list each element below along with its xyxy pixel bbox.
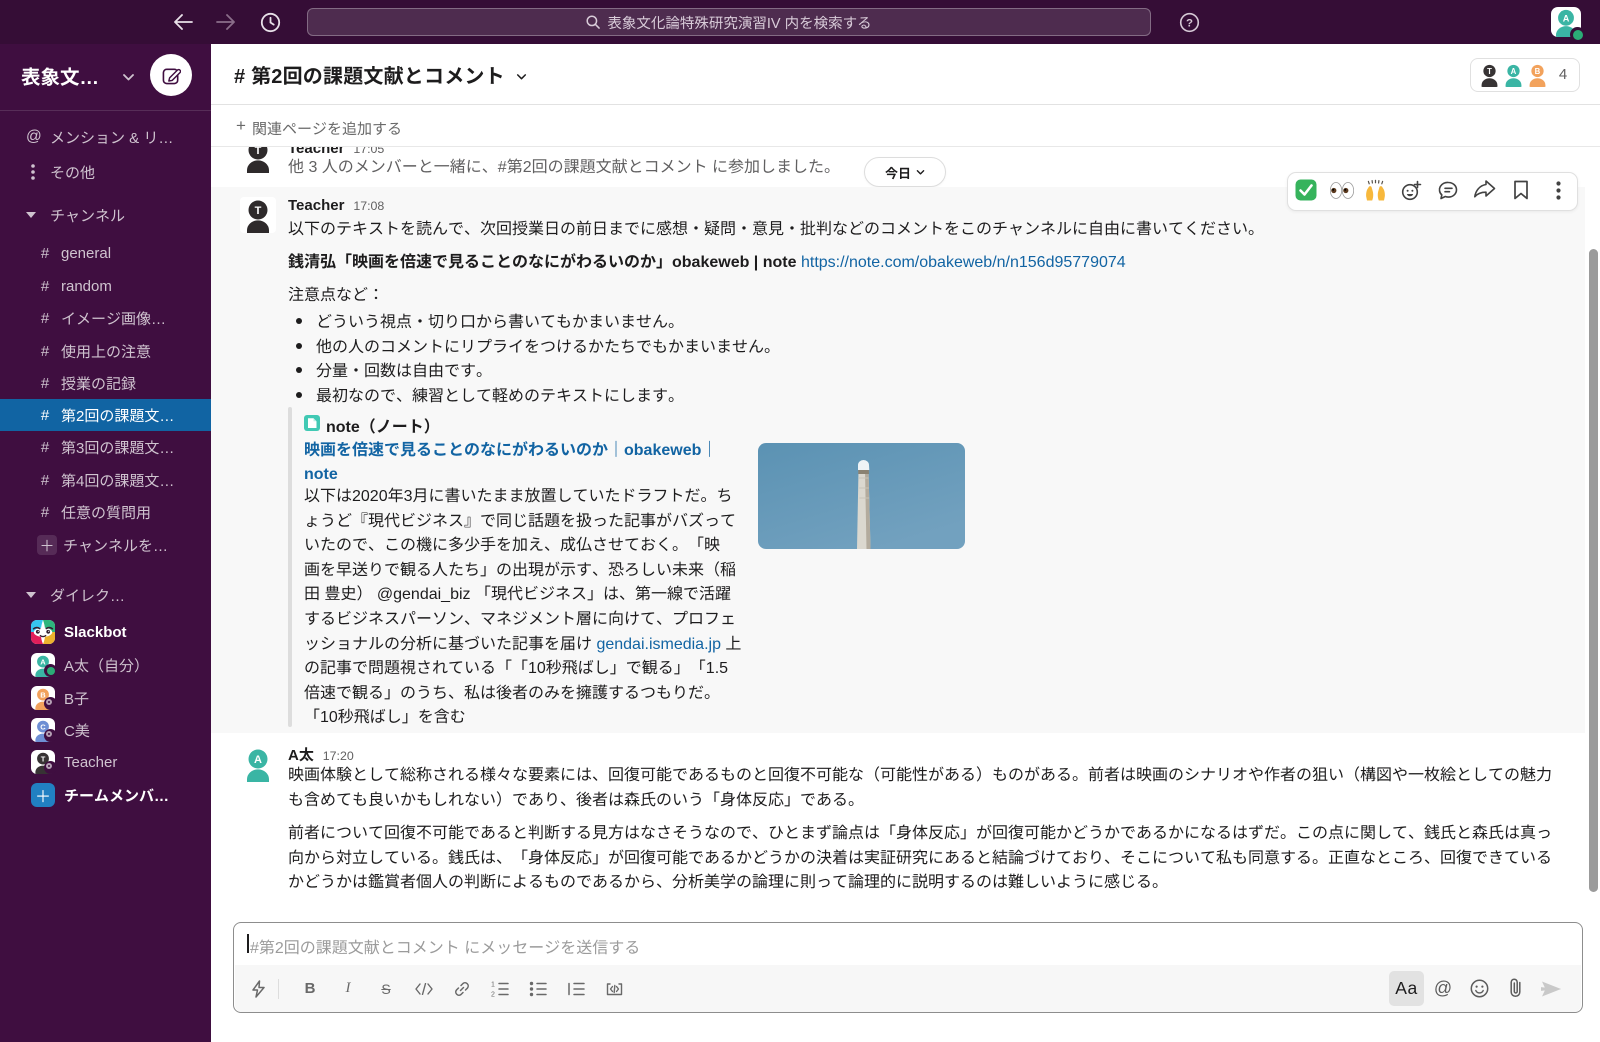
svg-text:A: A <box>1563 13 1570 23</box>
svg-text:A: A <box>254 754 262 766</box>
svg-text:T: T <box>255 205 262 217</box>
svg-text:?: ? <box>1186 17 1193 29</box>
svg-text:A: A <box>1511 67 1517 76</box>
svg-text:T: T <box>255 147 262 157</box>
svg-text:2: 2 <box>491 991 495 997</box>
svg-text:B: B <box>1535 67 1541 76</box>
svg-text:1: 1 <box>491 981 495 988</box>
svg-text:T: T <box>1487 67 1492 76</box>
